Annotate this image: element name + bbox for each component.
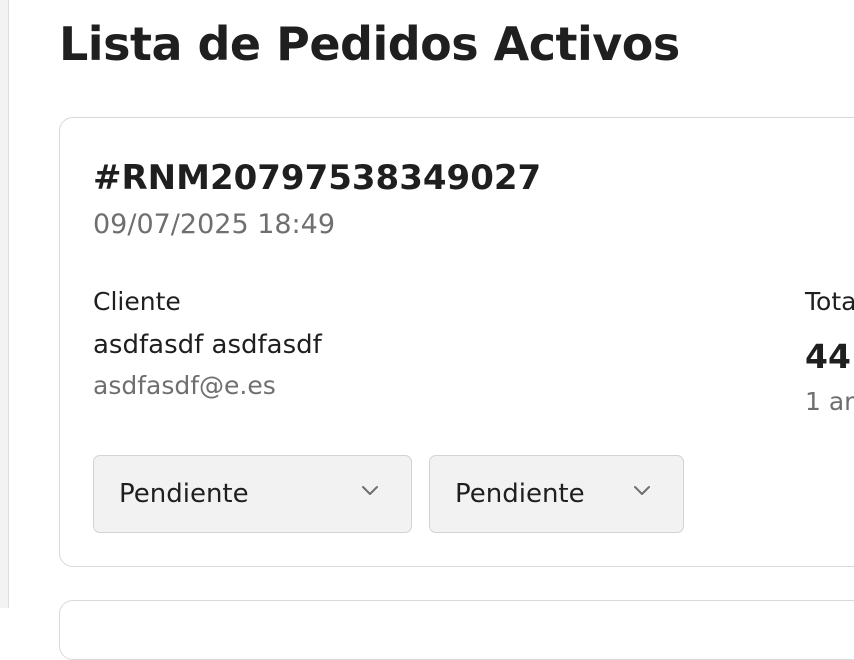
order-status-value: Pendiente bbox=[119, 479, 249, 509]
order-number: #RNM20797538349027 bbox=[93, 158, 542, 198]
next-order-card bbox=[59, 600, 854, 660]
chevron-down-icon bbox=[634, 486, 650, 495]
items-count: 1 ar bbox=[805, 387, 854, 416]
customer-name: asdfasdf asdfasdf bbox=[93, 330, 322, 360]
total-amount: 44. bbox=[805, 337, 854, 376]
left-sidebar-edge bbox=[0, 0, 9, 608]
order-date: 09/07/2025 18:49 bbox=[93, 209, 336, 240]
chevron-down-icon bbox=[362, 486, 378, 495]
order-card: #RNM20797538349027 09/07/2025 18:49 Clie… bbox=[59, 117, 854, 567]
payment-status-value: Pendiente bbox=[455, 479, 585, 509]
page-title: Lista de Pedidos Activos bbox=[59, 17, 680, 71]
payment-status-select[interactable]: Pendiente bbox=[429, 455, 684, 533]
customer-email: asdfasdf@e.es bbox=[93, 371, 276, 400]
total-label: Tota bbox=[805, 287, 854, 316]
order-status-select[interactable]: Pendiente bbox=[93, 455, 412, 533]
customer-label: Cliente bbox=[93, 287, 181, 316]
